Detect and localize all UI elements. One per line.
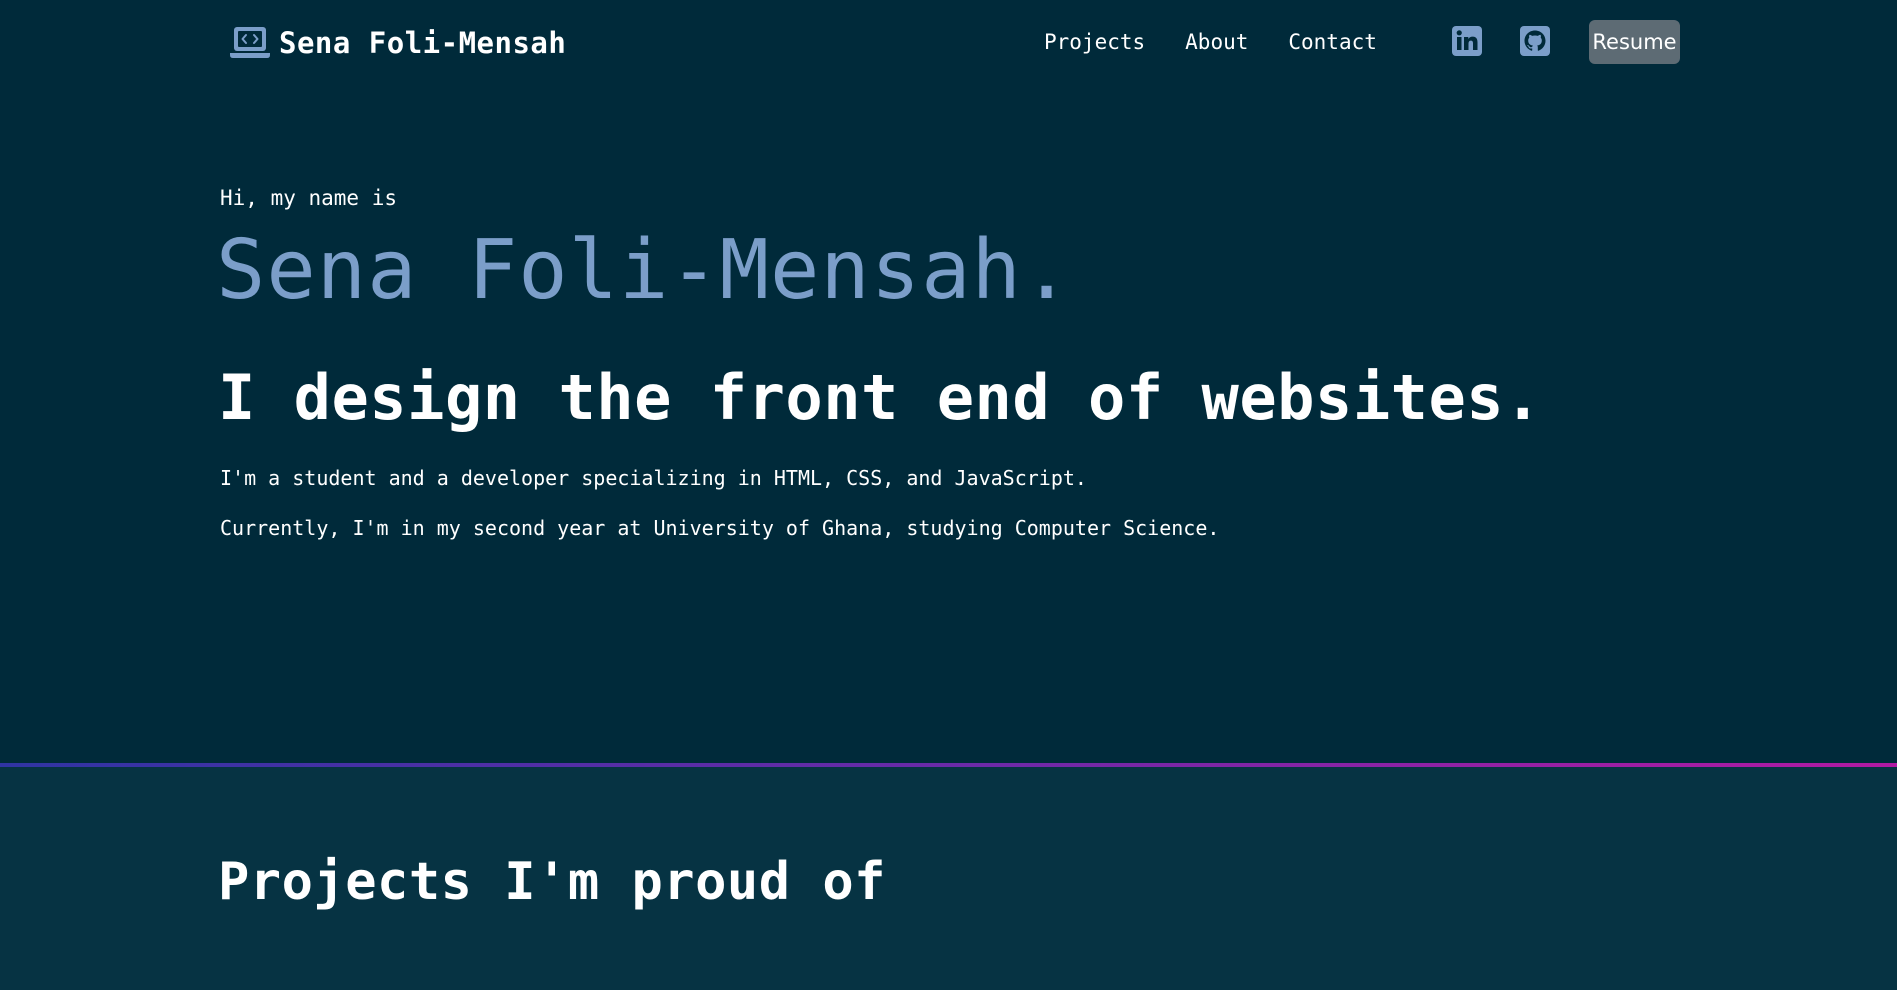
nav-link-about[interactable]: About [1185,30,1248,54]
nav-link-contact[interactable]: Contact [1288,30,1377,54]
page: Sena Foli-Mensah Projects About Contact … [0,0,1897,990]
linkedin-icon[interactable] [1452,26,1482,56]
brand-name: Sena Foli-Mensah [279,26,567,60]
hero-tagline: I design the front end of websites. [218,361,1542,434]
hero-name: Sena Foli-Mensah. [216,223,1073,318]
site-header: Sena Foli-Mensah Projects About Contact … [0,0,1897,85]
laptop-code-icon [230,27,270,58]
main-nav: Projects About Contact [1044,27,1417,57]
hero-greeting: Hi, my name is [220,186,398,210]
github-icon[interactable] [1520,26,1550,56]
projects-title: Projects I'm proud of [218,852,886,912]
hero-description: I'm a student and a developer specializi… [220,466,1087,490]
brand-logo-link[interactable]: Sena Foli-Mensah [229,22,566,64]
hero-education: Currently, I'm in my second year at Univ… [220,516,1220,540]
projects-section: Projects I'm proud of [0,767,1897,990]
resume-button[interactable]: Resume [1589,20,1680,64]
nav-link-projects[interactable]: Projects [1044,30,1145,54]
